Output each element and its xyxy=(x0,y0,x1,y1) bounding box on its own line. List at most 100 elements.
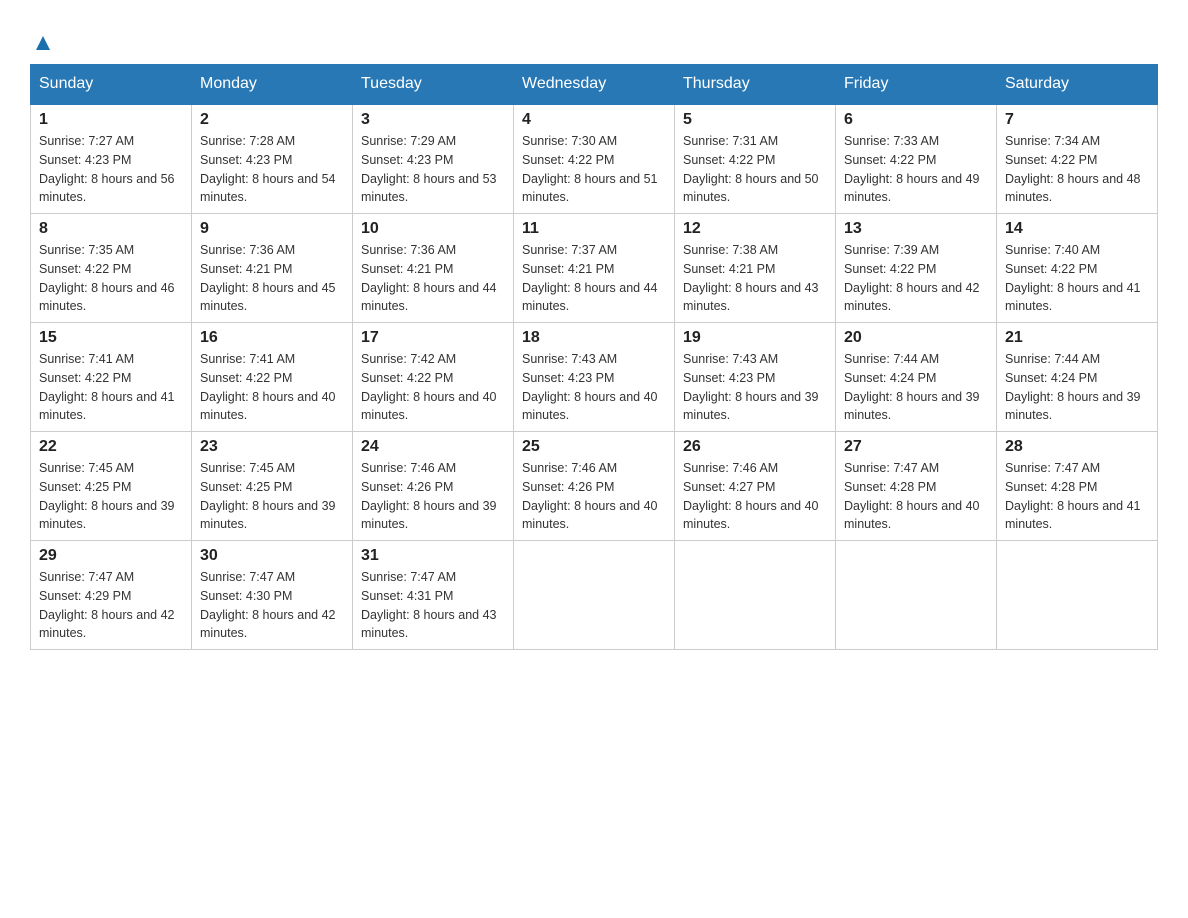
day-info: Sunrise: 7:40 AMSunset: 4:22 PMDaylight:… xyxy=(1005,241,1149,316)
day-info: Sunrise: 7:36 AMSunset: 4:21 PMDaylight:… xyxy=(200,241,344,316)
day-info: Sunrise: 7:29 AMSunset: 4:23 PMDaylight:… xyxy=(361,132,505,207)
calendar-cell: 29 Sunrise: 7:47 AMSunset: 4:29 PMDayligh… xyxy=(31,541,192,650)
day-number: 9 xyxy=(200,220,344,238)
calendar-table: Sunday Monday Tuesday Wednesday Thursday… xyxy=(30,64,1158,650)
day-info: Sunrise: 7:35 AMSunset: 4:22 PMDaylight:… xyxy=(39,241,183,316)
day-number: 4 xyxy=(522,111,666,129)
day-info: Sunrise: 7:45 AMSunset: 4:25 PMDaylight:… xyxy=(39,459,183,534)
day-number: 10 xyxy=(361,220,505,238)
day-info: Sunrise: 7:31 AMSunset: 4:22 PMDaylight:… xyxy=(683,132,827,207)
calendar-cell xyxy=(836,541,997,650)
logo xyxy=(30,30,54,54)
day-number: 23 xyxy=(200,438,344,456)
calendar-cell: 10 Sunrise: 7:36 AMSunset: 4:21 PMDayligh… xyxy=(353,214,514,323)
day-info: Sunrise: 7:47 AMSunset: 4:28 PMDaylight:… xyxy=(1005,459,1149,534)
day-info: Sunrise: 7:47 AMSunset: 4:31 PMDaylight:… xyxy=(361,568,505,643)
calendar-cell: 27 Sunrise: 7:47 AMSunset: 4:28 PMDayligh… xyxy=(836,432,997,541)
day-info: Sunrise: 7:36 AMSunset: 4:21 PMDaylight:… xyxy=(361,241,505,316)
day-number: 27 xyxy=(844,438,988,456)
day-number: 2 xyxy=(200,111,344,129)
day-info: Sunrise: 7:39 AMSunset: 4:22 PMDaylight:… xyxy=(844,241,988,316)
day-number: 25 xyxy=(522,438,666,456)
day-number: 15 xyxy=(39,329,183,347)
calendar-cell: 25 Sunrise: 7:46 AMSunset: 4:26 PMDayligh… xyxy=(514,432,675,541)
calendar-header: Sunday Monday Tuesday Wednesday Thursday… xyxy=(31,65,1158,105)
col-tuesday: Tuesday xyxy=(353,65,514,105)
calendar-cell: 23 Sunrise: 7:45 AMSunset: 4:25 PMDayligh… xyxy=(192,432,353,541)
calendar-cell: 18 Sunrise: 7:43 AMSunset: 4:23 PMDayligh… xyxy=(514,323,675,432)
day-info: Sunrise: 7:44 AMSunset: 4:24 PMDaylight:… xyxy=(844,350,988,425)
calendar-cell xyxy=(997,541,1158,650)
day-info: Sunrise: 7:37 AMSunset: 4:21 PMDaylight:… xyxy=(522,241,666,316)
day-info: Sunrise: 7:43 AMSunset: 4:23 PMDaylight:… xyxy=(522,350,666,425)
day-number: 16 xyxy=(200,329,344,347)
day-info: Sunrise: 7:46 AMSunset: 4:26 PMDaylight:… xyxy=(522,459,666,534)
col-sunday: Sunday xyxy=(31,65,192,105)
day-info: Sunrise: 7:46 AMSunset: 4:26 PMDaylight:… xyxy=(361,459,505,534)
day-info: Sunrise: 7:41 AMSunset: 4:22 PMDaylight:… xyxy=(200,350,344,425)
day-number: 26 xyxy=(683,438,827,456)
day-number: 11 xyxy=(522,220,666,238)
day-info: Sunrise: 7:38 AMSunset: 4:21 PMDaylight:… xyxy=(683,241,827,316)
day-number: 19 xyxy=(683,329,827,347)
day-info: Sunrise: 7:33 AMSunset: 4:22 PMDaylight:… xyxy=(844,132,988,207)
day-number: 5 xyxy=(683,111,827,129)
day-number: 7 xyxy=(1005,111,1149,129)
day-info: Sunrise: 7:43 AMSunset: 4:23 PMDaylight:… xyxy=(683,350,827,425)
day-number: 31 xyxy=(361,547,505,565)
day-number: 3 xyxy=(361,111,505,129)
day-info: Sunrise: 7:47 AMSunset: 4:28 PMDaylight:… xyxy=(844,459,988,534)
day-number: 1 xyxy=(39,111,183,129)
calendar-cell xyxy=(675,541,836,650)
day-number: 28 xyxy=(1005,438,1149,456)
calendar-cell: 6 Sunrise: 7:33 AMSunset: 4:22 PMDaylight… xyxy=(836,104,997,214)
day-number: 30 xyxy=(200,547,344,565)
calendar-cell: 14Sunrise: 7:40 AMSunset: 4:22 PMDayligh… xyxy=(997,214,1158,323)
calendar-cell: 5 Sunrise: 7:31 AMSunset: 4:22 PMDaylight… xyxy=(675,104,836,214)
col-wednesday: Wednesday xyxy=(514,65,675,105)
day-info: Sunrise: 7:28 AMSunset: 4:23 PMDaylight:… xyxy=(200,132,344,207)
calendar-cell: 15 Sunrise: 7:41 AMSunset: 4:22 PMDayligh… xyxy=(31,323,192,432)
day-number: 22 xyxy=(39,438,183,456)
day-info: Sunrise: 7:47 AMSunset: 4:30 PMDaylight:… xyxy=(200,568,344,643)
calendar-cell: 2 Sunrise: 7:28 AMSunset: 4:23 PMDaylight… xyxy=(192,104,353,214)
col-thursday: Thursday xyxy=(675,65,836,105)
calendar-cell xyxy=(514,541,675,650)
day-number: 8 xyxy=(39,220,183,238)
day-info: Sunrise: 7:42 AMSunset: 4:22 PMDaylight:… xyxy=(361,350,505,425)
day-info: Sunrise: 7:44 AMSunset: 4:24 PMDaylight:… xyxy=(1005,350,1149,425)
calendar-week-row: 29 Sunrise: 7:47 AMSunset: 4:29 PMDayligh… xyxy=(31,541,1158,650)
col-monday: Monday xyxy=(192,65,353,105)
col-friday: Friday xyxy=(836,65,997,105)
calendar-cell: 13Sunrise: 7:39 AMSunset: 4:22 PMDayligh… xyxy=(836,214,997,323)
day-number: 12 xyxy=(683,220,827,238)
calendar-week-row: 15 Sunrise: 7:41 AMSunset: 4:22 PMDayligh… xyxy=(31,323,1158,432)
day-info: Sunrise: 7:30 AMSunset: 4:22 PMDaylight:… xyxy=(522,132,666,207)
calendar-cell: 1Sunrise: 7:27 AMSunset: 4:23 PMDaylight… xyxy=(31,104,192,214)
day-number: 24 xyxy=(361,438,505,456)
calendar-cell: 8 Sunrise: 7:35 AMSunset: 4:22 PMDaylight… xyxy=(31,214,192,323)
day-info: Sunrise: 7:47 AMSunset: 4:29 PMDaylight:… xyxy=(39,568,183,643)
header-row: Sunday Monday Tuesday Wednesday Thursday… xyxy=(31,65,1158,105)
calendar-cell: 7 Sunrise: 7:34 AMSunset: 4:22 PMDaylight… xyxy=(997,104,1158,214)
calendar-cell: 21 Sunrise: 7:44 AMSunset: 4:24 PMDayligh… xyxy=(997,323,1158,432)
calendar-cell: 12 Sunrise: 7:38 AMSunset: 4:21 PMDayligh… xyxy=(675,214,836,323)
logo-triangle-icon xyxy=(32,32,54,54)
calendar-week-row: 8 Sunrise: 7:35 AMSunset: 4:22 PMDaylight… xyxy=(31,214,1158,323)
day-info: Sunrise: 7:45 AMSunset: 4:25 PMDaylight:… xyxy=(200,459,344,534)
day-info: Sunrise: 7:34 AMSunset: 4:22 PMDaylight:… xyxy=(1005,132,1149,207)
day-info: Sunrise: 7:41 AMSunset: 4:22 PMDaylight:… xyxy=(39,350,183,425)
col-saturday: Saturday xyxy=(997,65,1158,105)
calendar-cell: 31 Sunrise: 7:47 AMSunset: 4:31 PMDayligh… xyxy=(353,541,514,650)
day-number: 6 xyxy=(844,111,988,129)
calendar-week-row: 1Sunrise: 7:27 AMSunset: 4:23 PMDaylight… xyxy=(31,104,1158,214)
calendar-cell: 16 Sunrise: 7:41 AMSunset: 4:22 PMDayligh… xyxy=(192,323,353,432)
day-number: 20 xyxy=(844,329,988,347)
header xyxy=(30,20,1158,54)
day-number: 17 xyxy=(361,329,505,347)
day-number: 21 xyxy=(1005,329,1149,347)
day-number: 29 xyxy=(39,547,183,565)
day-info: Sunrise: 7:46 AMSunset: 4:27 PMDaylight:… xyxy=(683,459,827,534)
calendar-cell: 19 Sunrise: 7:43 AMSunset: 4:23 PMDayligh… xyxy=(675,323,836,432)
day-number: 18 xyxy=(522,329,666,347)
